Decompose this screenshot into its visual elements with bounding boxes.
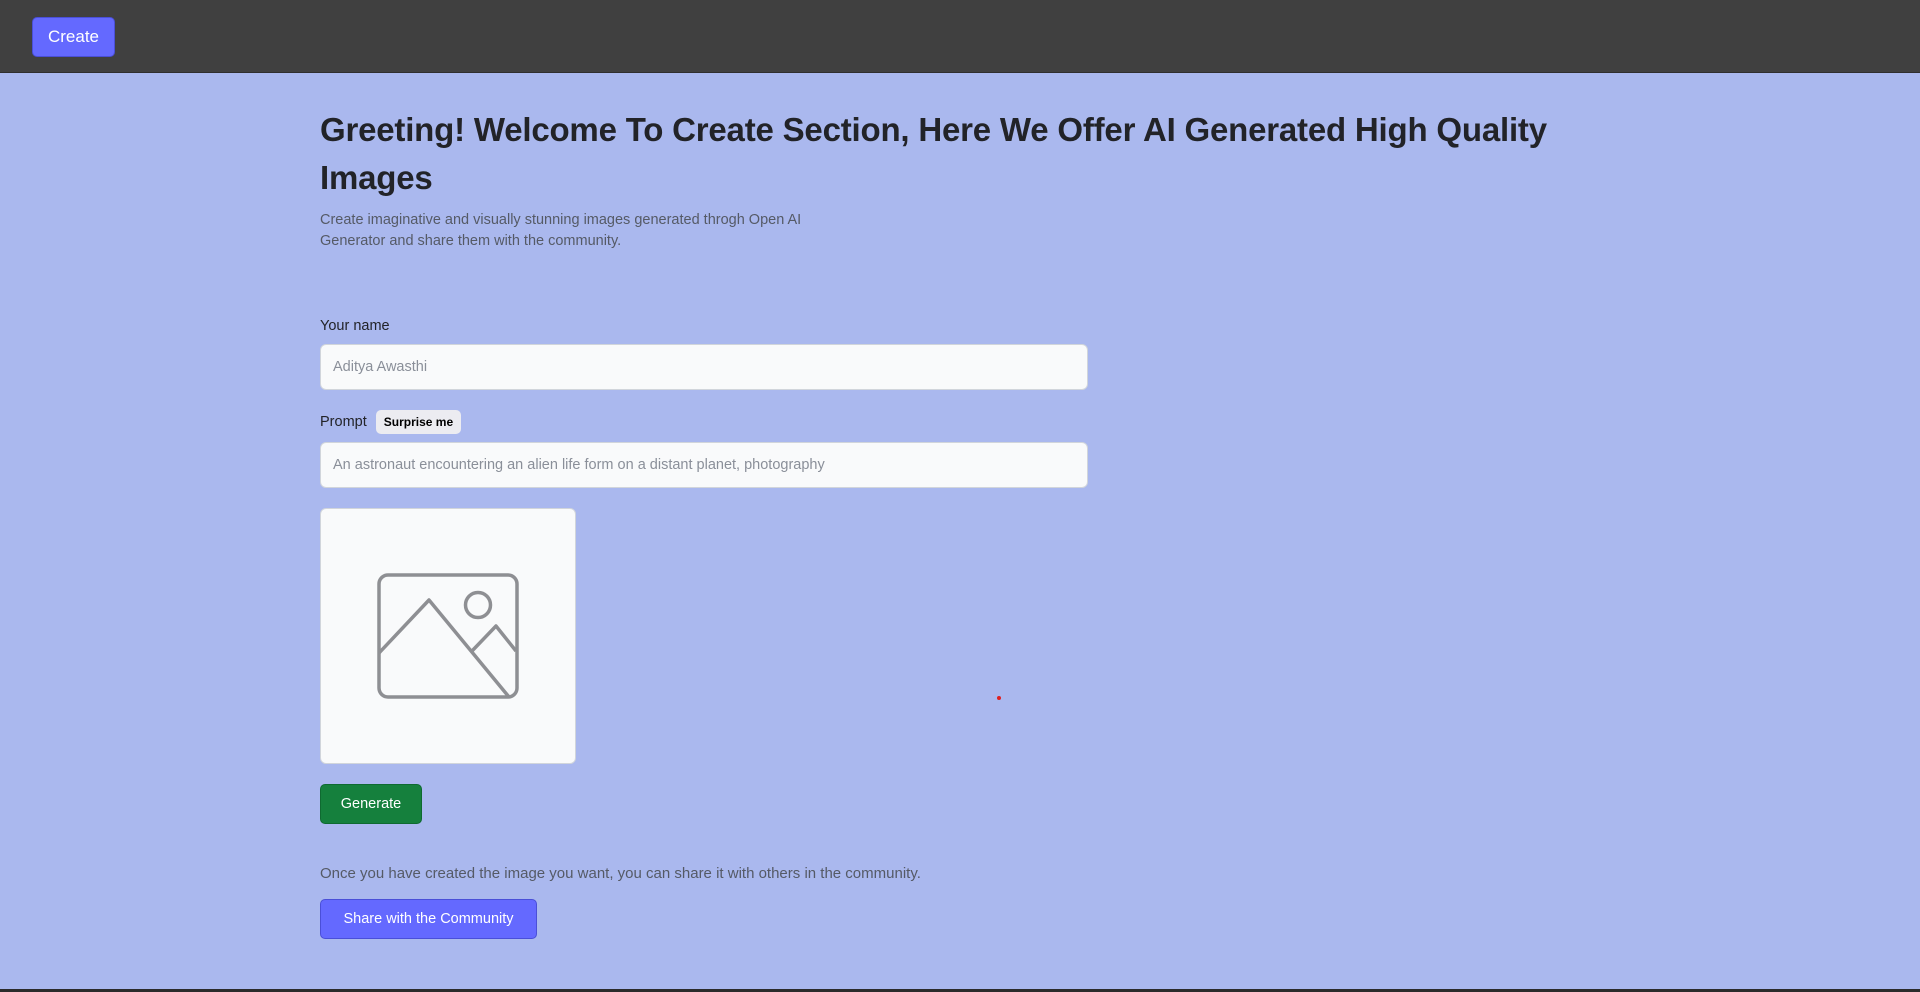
share-with-community-button[interactable]: Share with the Community	[320, 899, 537, 939]
image-preview	[320, 508, 576, 764]
page-title: Greeting! Welcome To Create Section, Her…	[320, 111, 1547, 196]
top-navbar: Create	[0, 0, 1920, 73]
image-placeholder-icon	[377, 573, 519, 699]
name-label: Your name	[320, 318, 390, 334]
page-subtitle: Create imaginative and visually stunning…	[320, 212, 802, 249]
share-instructions: Once you have created the image you want…	[320, 865, 921, 882]
cursor-dot	[997, 696, 1001, 700]
surprise-me-button[interactable]: Surprise me	[375, 410, 462, 434]
name-input[interactable]	[320, 344, 1088, 390]
prompt-label-row: Prompt Surprise me	[320, 410, 462, 434]
create-button[interactable]: Create	[32, 17, 115, 57]
prompt-label: Prompt	[320, 414, 367, 430]
prompt-input[interactable]	[320, 442, 1088, 488]
generate-button[interactable]: Generate	[320, 784, 422, 824]
